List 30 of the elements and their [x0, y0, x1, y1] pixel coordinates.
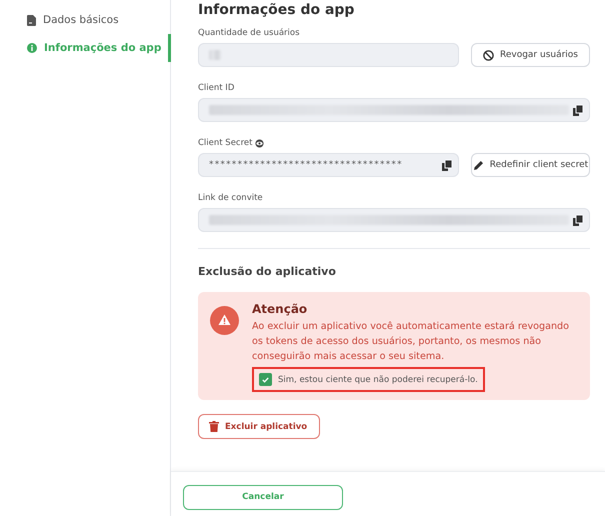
section-title: Informações do app	[198, 2, 356, 18]
read-only-field[interactable]: **********************************	[198, 153, 459, 177]
check-icon	[262, 376, 269, 382]
warning-icon	[210, 306, 239, 335]
ban-icon	[482, 50, 494, 60]
field-label: Link de convite	[198, 193, 263, 203]
redacted-value	[209, 50, 221, 60]
field-label: Client Secret	[198, 138, 252, 148]
read-only-field[interactable]	[198, 208, 590, 232]
copy-icon[interactable]	[442, 160, 452, 170]
secret-value: **********************************	[209, 160, 404, 170]
alert-title: Atenção	[252, 302, 308, 316]
copy-icon[interactable]	[573, 104, 583, 116]
section-subtitle: Exclusão do aplicativo	[198, 265, 337, 278]
copy-icon[interactable]	[573, 214, 583, 226]
delete-button[interactable]: Excluir aplicativo	[198, 414, 320, 439]
field-label: Quantidade de usuários	[198, 28, 300, 38]
field-label: Client ID	[198, 83, 234, 93]
alert-message: Ao excluir um aplicativo você automaticamente estará revogando os tokens de acesso dos usuários, portanto, os mesmos não conseguirão mais acessar o seu sitema.	[252, 320, 570, 364]
info-icon	[27, 43, 37, 53]
sidebar-item[interactable]: Dados básicos	[0, 6, 171, 34]
eye-icon[interactable]	[255, 138, 264, 148]
confirm-checkbox[interactable]: Sim, estou ciente que não poderei recuperá-lo.	[252, 367, 485, 392]
read-only-field[interactable]	[198, 43, 459, 67]
trash-icon	[209, 421, 219, 432]
pencil-icon	[472, 160, 484, 170]
read-only-field[interactable]	[198, 98, 590, 122]
action-button[interactable]: Revogar usuários	[471, 43, 590, 67]
document-icon	[27, 14, 36, 26]
action-button[interactable]: Redefinir client secret	[471, 153, 590, 177]
